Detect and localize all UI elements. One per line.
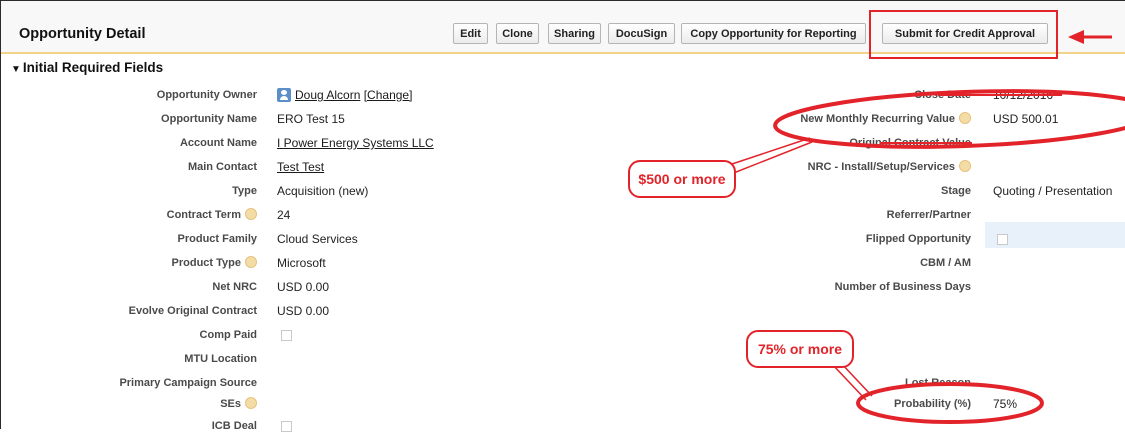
ses-label-text: SEs	[220, 398, 241, 410]
label-evolve-original-contract: Evolve Original Contract	[128, 305, 257, 317]
owner-link[interactable]: Doug Alcorn	[295, 88, 360, 102]
edit-button[interactable]: Edit	[453, 23, 488, 44]
value-type: Acquisition (new)	[277, 184, 369, 198]
label-new-monthly-recurring-value: New Monthly Recurring Value	[800, 112, 971, 125]
help-icon[interactable]	[245, 397, 257, 410]
user-avatar-icon	[277, 87, 291, 102]
label-referrer-partner: Referrer/Partner	[886, 209, 971, 221]
nrc-label-text: NRC - Install/Setup/Services	[807, 161, 955, 173]
callout-500-or-more: $500 or more	[628, 160, 736, 198]
value-contract-term: 24	[277, 208, 291, 222]
docusign-button[interactable]: DocuSign	[608, 23, 675, 44]
submit-highlight-box	[869, 10, 1058, 59]
label-flipped-opportunity: Flipped Opportunity	[865, 233, 971, 245]
sharing-button[interactable]: Sharing	[548, 23, 601, 44]
label-number-of-business-days: Number of Business Days	[834, 281, 971, 293]
opportunity-detail-page: Opportunity Detail Edit Clone Sharing Do…	[0, 0, 1125, 432]
collapse-triangle-icon: ▼	[11, 64, 21, 75]
label-opportunity-name: Opportunity Name	[161, 113, 257, 125]
value-close-date: 10/12/2016	[993, 88, 1054, 102]
label-main-contact: Main Contact	[187, 161, 257, 173]
label-product-family: Product Family	[177, 233, 257, 245]
help-icon[interactable]	[245, 208, 257, 221]
comp-paid-checkbox[interactable]	[281, 330, 292, 341]
frame-border-left	[0, 0, 1, 429]
contract-term-label-text: Contract Term	[166, 209, 241, 221]
label-comp-paid: Comp Paid	[199, 329, 257, 341]
callout-75-or-more: 75% or more	[746, 330, 854, 368]
change-owner-link[interactable]: [Change]	[364, 88, 413, 102]
nmrv-label-text: New Monthly Recurring Value	[800, 113, 955, 125]
label-account-name: Account Name	[179, 137, 257, 149]
label-ses: SEs	[220, 397, 257, 410]
help-icon[interactable]	[245, 256, 257, 269]
value-product-family: Cloud Services	[277, 232, 358, 246]
label-close-date: Close Date	[914, 89, 971, 101]
help-icon[interactable]	[959, 160, 971, 173]
help-icon[interactable]	[959, 112, 971, 125]
label-original-contract-value: Original Contract Value	[849, 137, 971, 149]
value-evolve-original-contract: USD 0.00	[277, 304, 330, 318]
label-lost-reason: Lost Reason	[904, 377, 971, 389]
label-net-nrc: Net NRC	[212, 281, 257, 293]
label-opportunity-owner: Opportunity Owner	[156, 89, 257, 101]
icb-deal-checkbox[interactable]	[281, 421, 292, 432]
value-opportunity-name: ERO Test 15	[277, 112, 345, 126]
page-title: Opportunity Detail	[19, 26, 146, 42]
value-stage: Quoting / Presentation	[993, 184, 1113, 198]
label-mtu-location: MTU Location	[184, 353, 257, 365]
label-nrc-install-setup-services: NRC - Install/Setup/Services	[807, 160, 971, 173]
value-probability: 75%	[993, 397, 1018, 411]
clone-button[interactable]: Clone	[496, 23, 539, 44]
label-product-type: Product Type	[171, 256, 257, 269]
main-contact-link[interactable]: Test Test	[277, 160, 324, 174]
label-type: Type	[232, 185, 257, 197]
section-initial-required-fields[interactable]: ▼ Initial Required Fields	[11, 60, 163, 75]
label-contract-term: Contract Term	[166, 208, 257, 221]
label-primary-campaign-source: Primary Campaign Source	[119, 377, 257, 389]
label-probability: Probability (%)	[893, 398, 971, 410]
value-new-monthly-recurring-value: USD 500.01	[993, 112, 1059, 126]
flipped-opportunity-checkbox[interactable]	[997, 234, 1008, 245]
account-name-link[interactable]: I Power Energy Systems LLC	[277, 136, 434, 150]
section-title: Initial Required Fields	[22, 60, 164, 75]
product-type-label-text: Product Type	[171, 257, 241, 269]
value-product-type: Microsoft	[277, 256, 326, 270]
value-opportunity-owner: Doug Alcorn [Change]	[277, 87, 413, 103]
label-stage: Stage	[941, 185, 971, 197]
value-net-nrc: USD 0.00	[277, 280, 330, 294]
copy-opportunity-button[interactable]: Copy Opportunity for Reporting	[681, 23, 866, 44]
label-icb-deal: ICB Deal	[211, 420, 257, 432]
label-cbm-am: CBM / AM	[920, 257, 971, 269]
